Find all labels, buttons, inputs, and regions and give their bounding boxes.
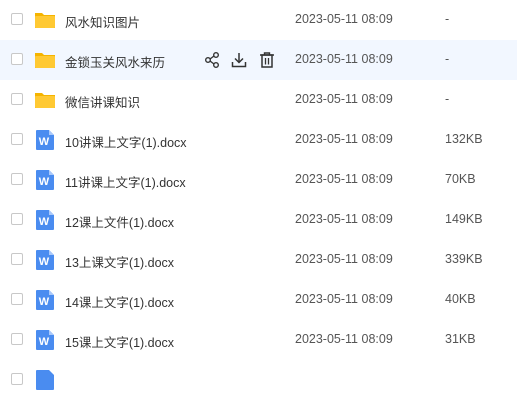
row-checkbox[interactable] [11,173,23,185]
file-size: 31KB [445,332,476,346]
word-doc-icon: W [36,170,54,190]
modified-date: 2023-05-11 08:09 [295,52,393,66]
file-size: - [445,92,450,106]
file-list: 风水知识图片 2023-05-11 08:09 - 金锁玉关风水来历 2023-… [0,0,517,390]
row-checkbox[interactable] [11,253,23,265]
file-size: - [445,52,450,66]
svg-text:W: W [39,176,50,188]
row-checkbox[interactable] [11,373,23,385]
list-item[interactable]: W 10讲课上文字(1).docx 2023-05-11 08:09 132KB [0,120,517,160]
file-name[interactable]: 14课上文字(1).docx [65,292,174,311]
row-checkbox[interactable] [11,13,23,25]
word-doc-icon: W [36,250,54,270]
file-size: 132KB [445,132,483,146]
list-item[interactable]: 金锁玉关风水来历 2023-05-11 08:09 - [0,40,517,80]
modified-date: 2023-05-11 08:09 [295,212,393,226]
folder-icon [35,93,55,108]
file-size: - [445,12,450,26]
delete-icon[interactable] [258,51,276,69]
file-name[interactable]: 微信讲课知识 [65,92,140,111]
word-doc-icon: W [36,330,54,350]
modified-date: 2023-05-11 08:09 [295,252,393,266]
modified-date: 2023-05-11 08:09 [295,92,393,106]
word-doc-icon: W [36,290,54,310]
file-name[interactable]: 11讲课上文字(1).docx [65,172,186,191]
row-checkbox[interactable] [11,293,23,305]
list-item[interactable]: W 12课上文件(1).docx 2023-05-11 08:09 149KB [0,200,517,240]
svg-text:W: W [39,216,50,228]
file-name[interactable]: 风水知识图片 [65,12,140,31]
file-size: 70KB [445,172,476,186]
word-doc-icon: W [36,210,54,230]
file-name[interactable]: 10讲课上文字(1).docx [65,132,187,151]
list-item[interactable]: W 15课上文字(1).docx 2023-05-11 08:09 31KB [0,320,517,360]
list-item[interactable] [0,360,517,400]
file-name[interactable]: 15课上文字(1).docx [65,332,174,351]
modified-date: 2023-05-11 08:09 [295,332,393,346]
list-item[interactable]: 微信讲课知识 2023-05-11 08:09 - [0,80,517,120]
file-size: 339KB [445,252,483,266]
folder-icon [35,53,55,68]
row-checkbox[interactable] [11,213,23,225]
list-item[interactable]: W 13上课文字(1).docx 2023-05-11 08:09 339KB [0,240,517,280]
modified-date: 2023-05-11 08:09 [295,172,393,186]
modified-date: 2023-05-11 08:09 [295,12,393,26]
download-icon[interactable] [230,51,248,69]
list-item[interactable]: W 11讲课上文字(1).docx 2023-05-11 08:09 70KB [0,160,517,200]
share-icon[interactable] [203,51,221,69]
modified-date: 2023-05-11 08:09 [295,132,393,146]
file-size: 149KB [445,212,483,226]
row-checkbox[interactable] [11,53,23,65]
folder-icon [35,13,55,28]
file-name[interactable]: 金锁玉关风水来历 [65,52,165,71]
file-size: 40KB [445,292,476,306]
word-doc-icon: W [36,130,54,150]
file-name[interactable]: 12课上文件(1).docx [65,212,174,231]
svg-text:W: W [39,256,50,268]
svg-text:W: W [39,136,50,148]
svg-text:W: W [39,336,50,348]
row-checkbox[interactable] [11,133,23,145]
list-item[interactable]: 风水知识图片 2023-05-11 08:09 - [0,0,517,40]
list-item[interactable]: W 14课上文字(1).docx 2023-05-11 08:09 40KB [0,280,517,320]
svg-text:W: W [39,296,50,308]
word-doc-icon [36,370,54,390]
row-checkbox[interactable] [11,93,23,105]
row-checkbox[interactable] [11,333,23,345]
modified-date: 2023-05-11 08:09 [295,292,393,306]
file-name[interactable]: 13上课文字(1).docx [65,252,174,271]
